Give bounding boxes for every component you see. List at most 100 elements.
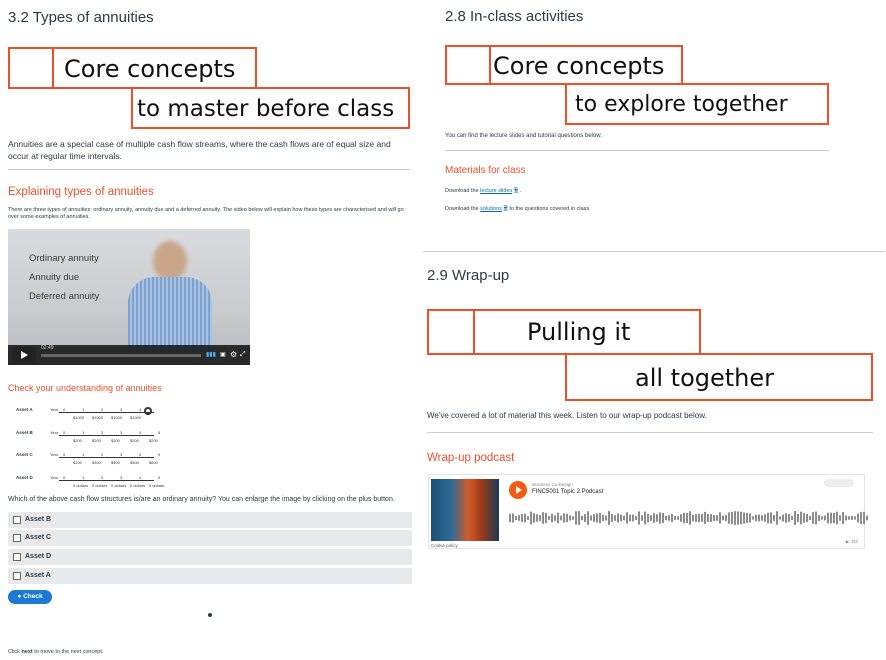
waveform-bar <box>524 513 526 523</box>
play-count: ▶ 432 <box>845 539 858 544</box>
cookie-policy-link[interactable]: Cookie policy <box>431 543 458 548</box>
divider <box>445 150 829 151</box>
waveform-bar <box>632 514 634 522</box>
cash-flow-value: 0 dollars <box>92 483 108 488</box>
banner-square <box>8 47 54 89</box>
waveform-bar <box>644 511 646 525</box>
waveform-bar <box>758 514 760 522</box>
waveform-bar <box>776 511 778 525</box>
settings-icon[interactable]: ⚙ <box>230 350 237 360</box>
waveform-bar <box>557 512 559 524</box>
checkbox[interactable] <box>13 553 21 561</box>
divider <box>8 169 410 170</box>
waveform-bar <box>545 512 547 524</box>
waveform-bar <box>788 514 790 522</box>
waveform-bar <box>728 512 730 524</box>
period-number: 0 <box>63 407 66 412</box>
waveform-bar <box>704 511 706 525</box>
period-number: 1 <box>82 452 85 457</box>
captions-icon[interactable]: ▣ <box>220 350 226 360</box>
period-number: 2 <box>101 452 104 457</box>
waveform-bar <box>596 513 598 523</box>
waveform-bar <box>581 515 583 521</box>
option-label: Asset C <box>25 534 52 541</box>
waveform-bar <box>563 513 565 523</box>
waveform-bar <box>566 513 568 523</box>
waveform-bar <box>800 511 802 525</box>
waveform-bar <box>620 514 622 522</box>
volume-icon[interactable]: ▮▮▮ <box>206 350 216 360</box>
podcast-player[interactable]: Business Co-Design FINC5001 Topic 2 Podc… <box>428 474 868 549</box>
cash-flow-value: 0 dollars <box>73 483 89 488</box>
option-asset-c[interactable]: Asset C <box>8 530 412 546</box>
left-panel: 3.2 Types of annuities Core concepts to … <box>6 0 412 660</box>
cash-flow-value: $300 <box>92 460 101 465</box>
waveform-bar <box>536 514 538 522</box>
waveform-bar <box>782 514 784 522</box>
waveform-bar <box>548 516 550 520</box>
waveform-bar <box>833 512 835 524</box>
zoom-plus-icon[interactable] <box>144 407 152 415</box>
explain-heading: Explaining types of annuities <box>8 186 154 198</box>
intro-text: We've covered a lot of material this wee… <box>427 411 707 420</box>
period-number: 2 <box>101 407 104 412</box>
asset-timeline: Asset D Year 0 1 2 3 4 5 0 dollars 0 dollars 0 dol… <box>16 475 166 495</box>
option-label: Asset A <box>25 572 51 579</box>
waveform-bar <box>746 512 748 524</box>
checkbox[interactable] <box>13 572 21 580</box>
option-asset-d[interactable]: Asset D <box>8 549 412 565</box>
waveform-bar <box>827 512 829 524</box>
play-icon <box>21 351 28 359</box>
lecture-slides-link[interactable]: lecture slides <box>480 188 512 194</box>
period-number: 0 <box>63 475 66 480</box>
waveform-bar <box>665 515 667 521</box>
waveform-bar <box>866 515 868 521</box>
waveform-bar <box>863 511 865 525</box>
period-number: 5 <box>158 452 161 457</box>
period-number: 5 <box>158 475 161 480</box>
asset-label: Asset C <box>16 452 33 457</box>
checkbox[interactable] <box>13 534 21 542</box>
podcast-play-button[interactable] <box>509 481 527 499</box>
shirt <box>128 277 212 353</box>
panel-separator <box>423 251 885 252</box>
waveform-bar <box>749 513 751 523</box>
waveform[interactable] <box>509 511 869 525</box>
pagination-dot[interactable] <box>208 613 212 617</box>
option-asset-a[interactable]: Asset A <box>8 568 412 584</box>
play-button[interactable] <box>12 347 36 362</box>
right-bottom-panel: 2.9 Wrap-up Pulling it all together We'v… <box>423 254 883 554</box>
video-time: 02:49 <box>41 345 54 351</box>
waveform-bar <box>821 516 823 520</box>
video-player[interactable]: Ordinary annuity Annuity due Deferred an… <box>8 229 250 365</box>
waveform-bar <box>578 511 580 525</box>
cash-flow-value: $600 <box>149 460 158 465</box>
waveform-bar <box>743 512 745 524</box>
waveform-bar <box>656 514 658 522</box>
waveform-bar <box>806 513 808 523</box>
waveform-bar <box>602 514 604 522</box>
waveform-bar <box>716 515 718 521</box>
waveform-bar <box>560 515 562 521</box>
cash-flow-value: 0 dollars <box>149 483 165 488</box>
soundcloud-icon[interactable] <box>824 479 854 487</box>
seek-bar[interactable] <box>41 354 201 357</box>
waveform-bar <box>572 516 574 520</box>
waveform-bar <box>554 515 556 521</box>
waveform-bar <box>692 514 694 522</box>
waveform-bar <box>836 511 838 525</box>
waveform-bar <box>638 511 640 525</box>
waveform-bar <box>668 515 670 521</box>
period-number: 1 <box>82 475 85 480</box>
waveform-bar <box>770 512 772 524</box>
option-asset-b[interactable]: Asset B <box>8 512 412 528</box>
timeline-axis <box>59 435 154 436</box>
solutions-link[interactable]: solutions <box>480 206 502 212</box>
fullscreen-icon[interactable]: ⤢ <box>240 350 246 360</box>
waveform-bar <box>740 511 742 525</box>
checkbox[interactable] <box>13 516 21 524</box>
check-button[interactable]: ● Check <box>8 590 52 604</box>
banner-line2: to explore together <box>575 92 788 117</box>
waveform-bar <box>659 512 661 524</box>
waveform-bar <box>722 515 724 521</box>
